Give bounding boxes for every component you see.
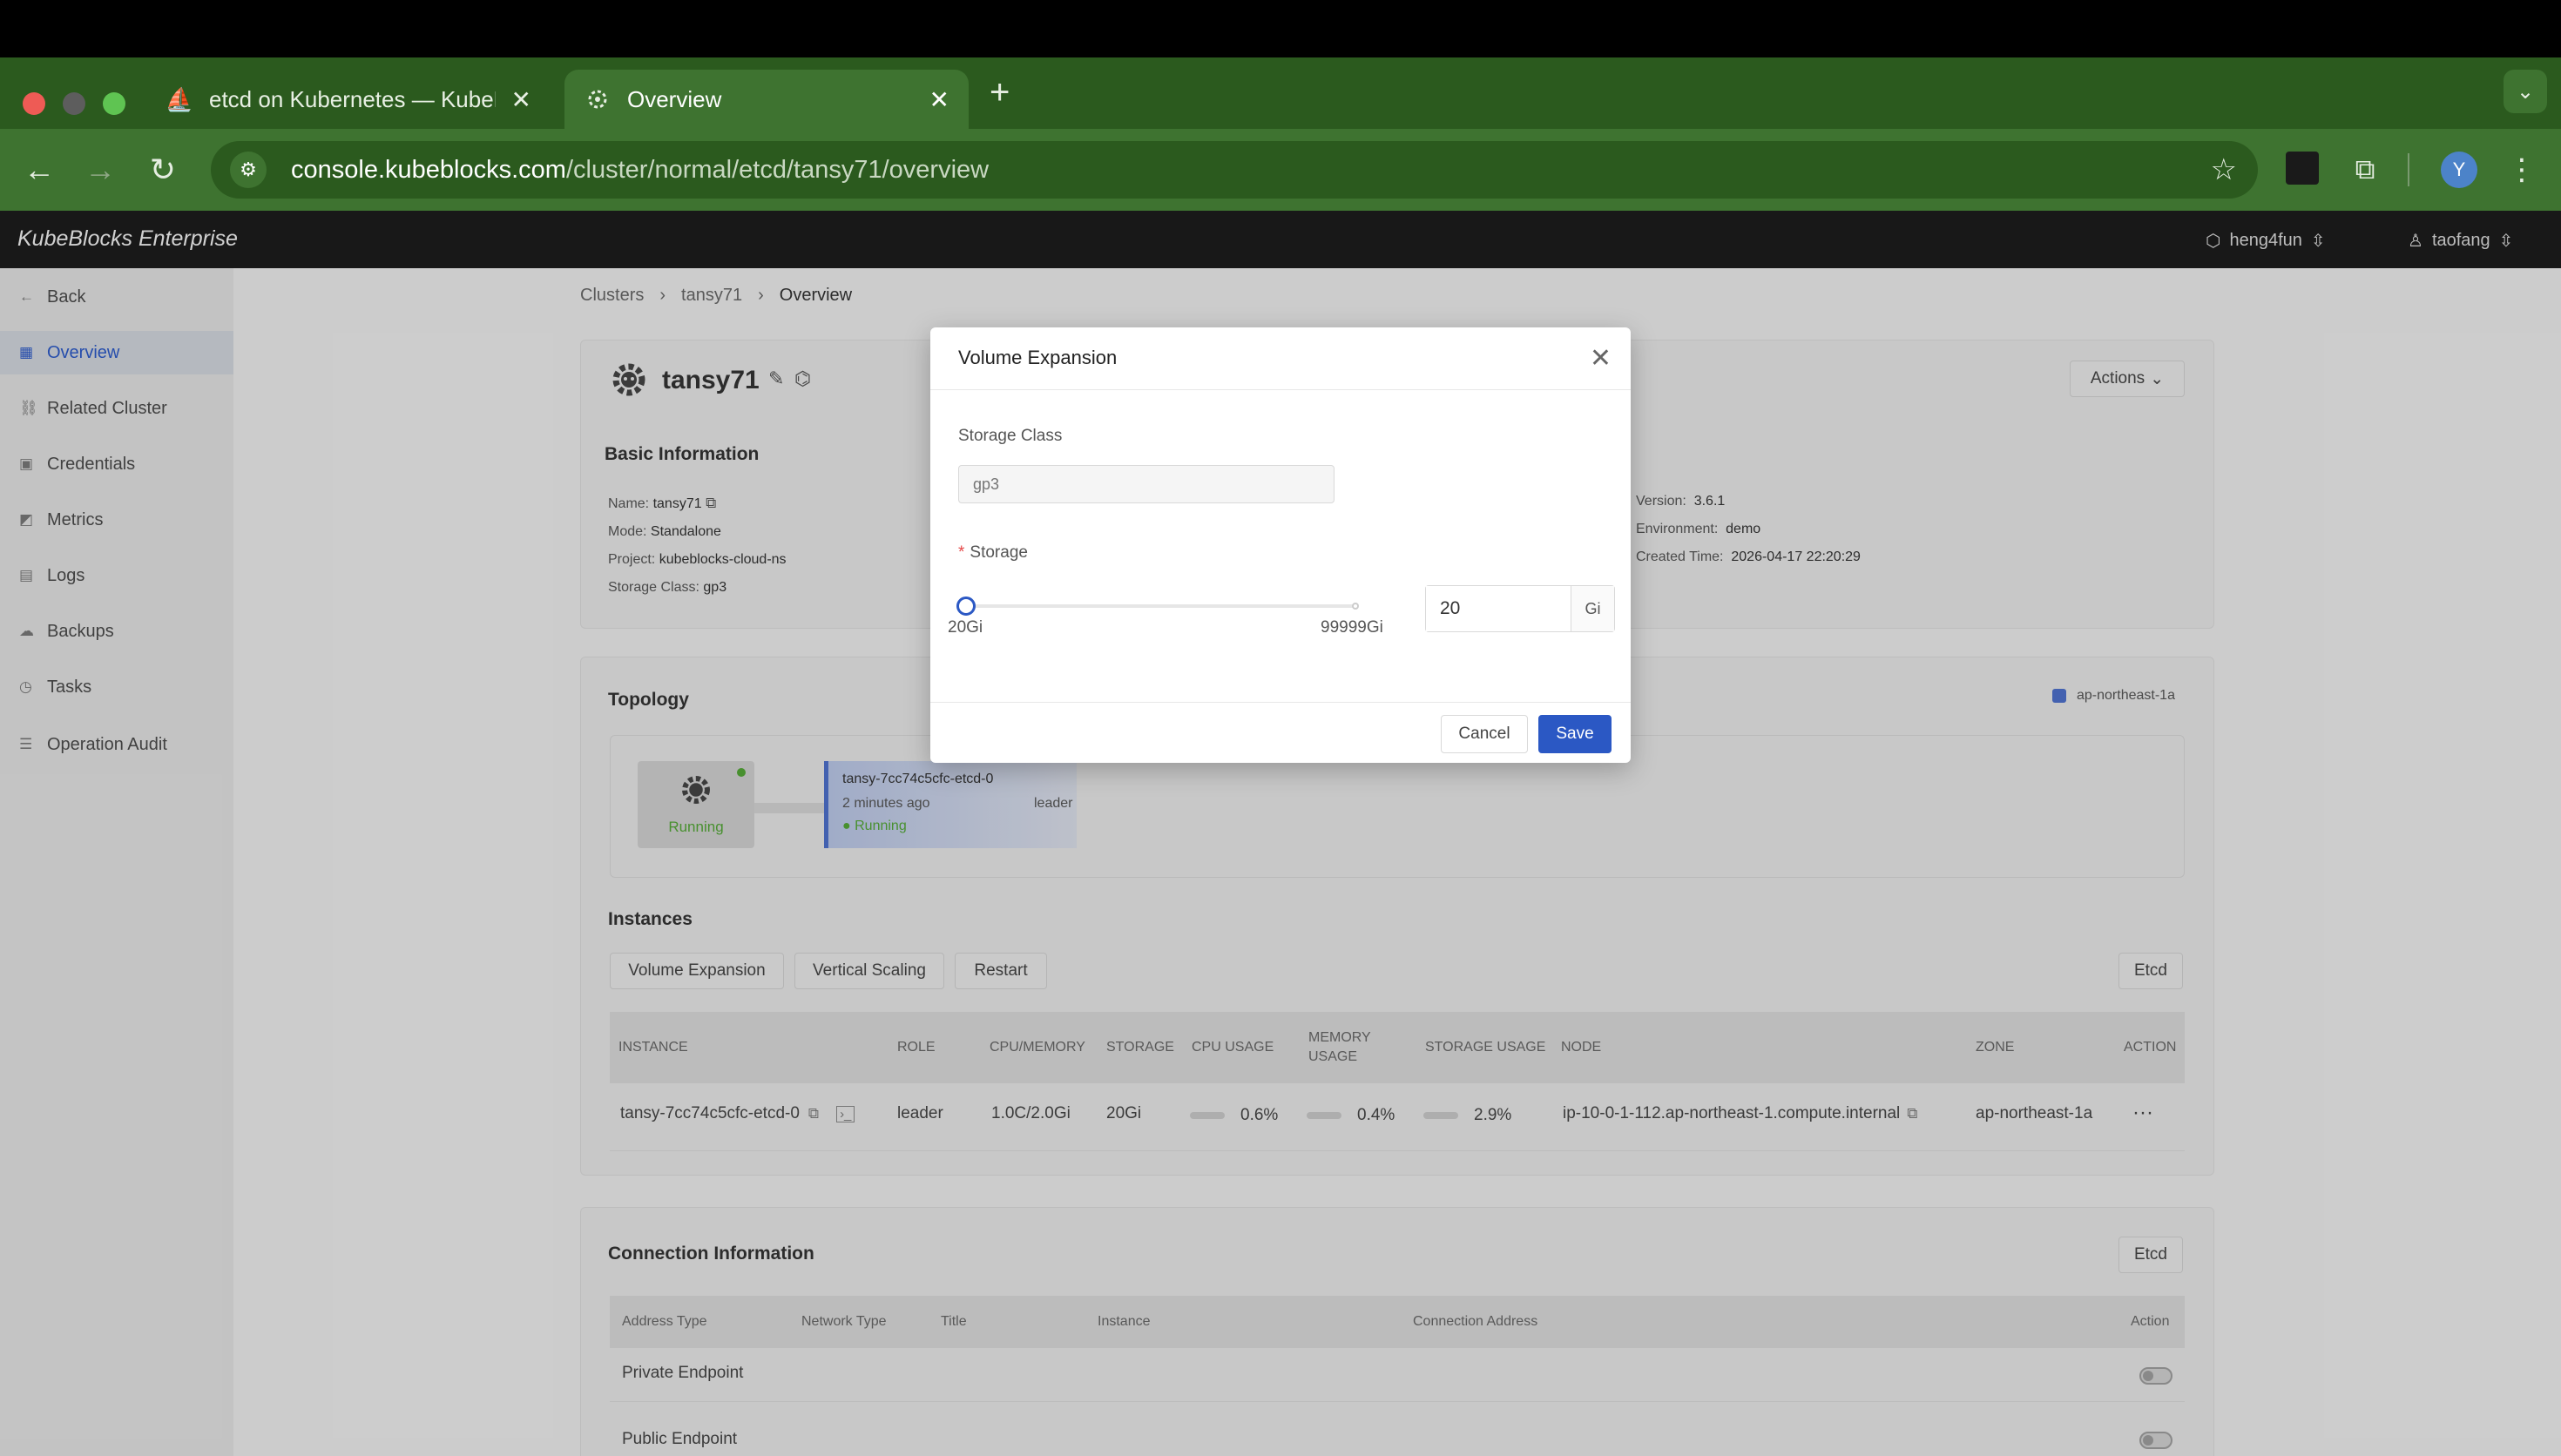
browser-tab-bar: ⛵ etcd on Kubernetes — KubeBlocks ✕ Over… <box>0 57 2561 129</box>
dialog-title: Volume Expansion <box>958 347 1118 368</box>
required-mark: * <box>958 543 965 562</box>
new-tab-button[interactable]: + <box>990 73 1010 112</box>
browser-tab-overview[interactable]: Overview ✕ <box>564 70 969 129</box>
reload-icon[interactable]: ↻ <box>141 148 185 192</box>
site-info-icon[interactable]: ⚙ <box>230 152 267 188</box>
window-maximize-button[interactable] <box>103 92 125 115</box>
storage-number-input[interactable] <box>1426 586 1571 631</box>
browser-tab-kubeblocks-docs[interactable]: ⛵ etcd on Kubernetes — KubeBlocks ✕ <box>146 70 551 129</box>
kubeblocks-favicon-icon: ⛵ <box>165 85 194 112</box>
window-minimize-button[interactable] <box>63 92 85 115</box>
dialog-header: Volume Expansion ✕ <box>930 327 1631 390</box>
more-menu-icon[interactable]: ⋮ <box>2500 148 2544 192</box>
url-path: /cluster/normal/etcd/tansy71/overview <box>565 155 990 184</box>
slider-max-label: 99999Gi <box>1321 618 1383 637</box>
save-button[interactable]: Save <box>1538 715 1612 753</box>
storage-slider-handle[interactable] <box>956 597 976 616</box>
toolbar-divider <box>2408 153 2409 186</box>
url-host: console.kubeblocks.com <box>291 155 566 184</box>
forward-arrow-icon[interactable]: → <box>78 148 122 192</box>
tab-search-icon[interactable]: ⌄ <box>2504 70 2547 113</box>
cancel-button[interactable]: Cancel <box>1441 715 1528 753</box>
storage-class-label: Storage Class <box>958 427 1063 445</box>
browser-toolbar: ← → ↻ ⚙ console.kubeblocks.com/cluster/n… <box>0 129 2561 211</box>
storage-class-input <box>958 465 1335 503</box>
window-close-button[interactable] <box>23 92 45 115</box>
tab-title: etcd on Kubernetes — KubeBlocks <box>209 85 496 112</box>
volume-expansion-dialog: Volume Expansion ✕ Storage Class * Storag… <box>930 327 1631 763</box>
slider-max-dot <box>1352 603 1359 610</box>
tab-title: Overview <box>627 85 722 112</box>
overview-favicon-icon <box>584 85 612 113</box>
address-bar[interactable]: ⚙ console.kubeblocks.com/cluster/normal/… <box>211 141 2258 199</box>
close-tab-icon[interactable]: ✕ <box>929 85 949 114</box>
storage-unit-addon: Gi <box>1571 586 1614 631</box>
extensions-puzzle-icon[interactable]: ⧉ <box>2343 148 2387 192</box>
back-arrow-icon[interactable]: ← <box>17 148 61 192</box>
slider-min-label: 20Gi <box>948 618 983 637</box>
storage-label: * Storage <box>958 543 1028 563</box>
screen-top-strip <box>0 0 2561 57</box>
close-tab-icon[interactable]: ✕ <box>511 85 531 114</box>
bookmark-star-icon[interactable]: ☆ <box>2211 152 2237 187</box>
storage-slider-track[interactable] <box>965 604 1357 608</box>
extension-icon[interactable] <box>2286 152 2319 185</box>
profile-avatar[interactable]: Y <box>2441 152 2477 188</box>
close-icon[interactable]: ✕ <box>1590 343 1612 374</box>
storage-number-input-group: Gi <box>1425 585 1615 632</box>
storage-label-text: Storage <box>970 543 1028 562</box>
dialog-footer: Cancel Save <box>930 702 1631 763</box>
